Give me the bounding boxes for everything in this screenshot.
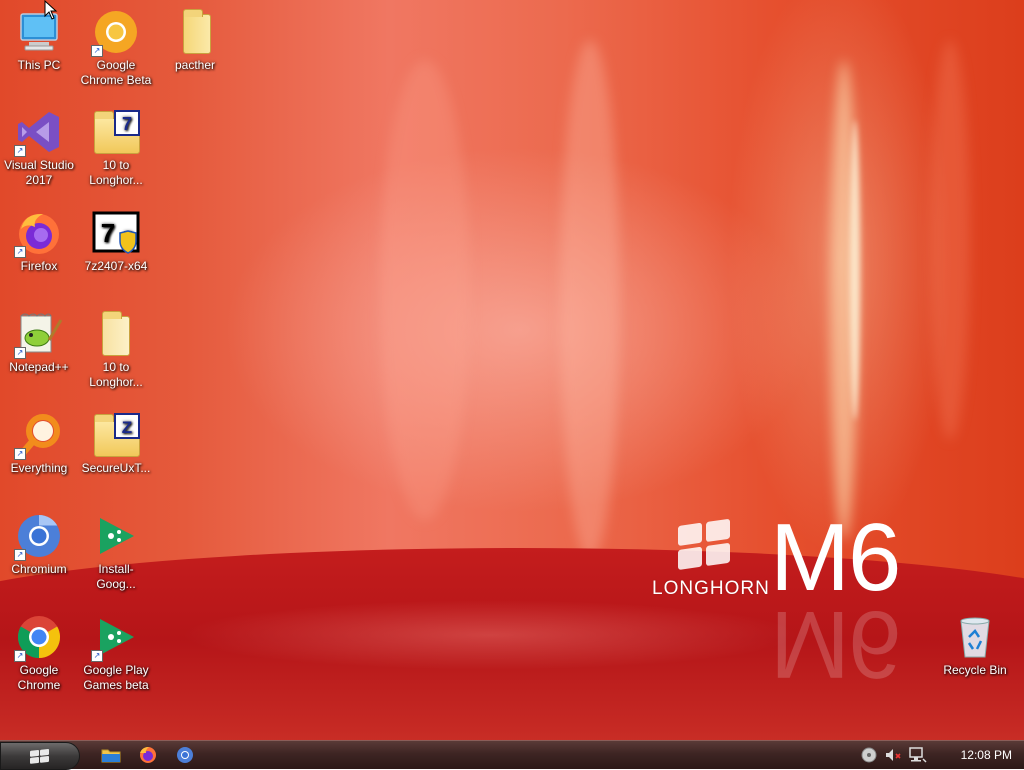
icon-label: Google Chrome Beta: [80, 58, 152, 87]
desktop-icon-secureuxtheme[interactable]: Z SecureUxT...: [78, 407, 154, 476]
svg-text:7: 7: [122, 114, 132, 134]
icon-label: Google Chrome: [17, 663, 61, 692]
volume-muted-icon[interactable]: [884, 746, 902, 764]
shortcut-arrow-icon: ↗: [14, 650, 26, 662]
everything-search-icon: ↗: [14, 411, 63, 460]
icon-label: 10 to Longhor...: [89, 158, 143, 187]
desktop-icon-google-play-games-beta[interactable]: ↗ Google Play Games beta: [78, 609, 154, 693]
desktop-icon-notepad-plus-plus[interactable]: ↗ Notepad++: [1, 306, 77, 375]
taskbar-chromium-button[interactable]: [174, 745, 196, 765]
firefox-icon: [140, 747, 156, 763]
chromium-icon: ↗: [14, 512, 63, 561]
icon-label: 10 to Longhor...: [89, 360, 143, 389]
google-play-games-icon: ↗: [91, 613, 140, 662]
recycle-bin-icon: [951, 613, 999, 661]
folder-icon: [92, 310, 140, 358]
taskbar: 12:08 PM: [0, 740, 1024, 770]
wallpaper-brand-text: LONGHORN: [652, 578, 770, 599]
desktop-icon-pacther[interactable]: pacther: [157, 4, 233, 73]
desktop-icon-visual-studio-2017[interactable]: ↗ Visual Studio 2017: [1, 104, 77, 188]
shortcut-arrow-icon: ↗: [14, 347, 26, 359]
media-disc-icon[interactable]: [860, 746, 878, 764]
visual-studio-icon: ↗: [14, 108, 63, 157]
desktop-icon-recycle-bin[interactable]: Recycle Bin: [937, 609, 1013, 678]
start-button[interactable]: [0, 742, 80, 770]
icon-label: SecureUxT...: [81, 461, 151, 475]
icon-label: Firefox: [20, 259, 58, 273]
network-icon[interactable]: [908, 746, 928, 764]
taskbar-file-explorer-button[interactable]: [100, 745, 122, 765]
shortcut-arrow-icon: ↗: [14, 549, 26, 561]
desktop-icon-google-chrome[interactable]: ↗ Google Chrome: [1, 609, 77, 693]
notepad-plus-plus-icon: ↗: [14, 310, 63, 359]
7zip-installer-icon: 7 z: [92, 209, 140, 257]
shortcut-arrow-icon: ↗: [14, 246, 26, 258]
desktop-background: LONGHORN M6 M6 This PC ↗ Visual Studio 2…: [0, 0, 1024, 740]
icon-label: Notepad++: [9, 360, 69, 374]
desktop-icon-chromium[interactable]: ↗ Chromium: [1, 508, 77, 577]
desktop-icon-this-pc[interactable]: This PC: [1, 4, 77, 73]
folder-icon: 7: [92, 108, 140, 156]
desktop-icon-10-to-longhorn-1[interactable]: 7 10 to Longhor...: [78, 104, 154, 188]
shortcut-arrow-icon: ↗: [91, 650, 103, 662]
icon-label: Chromium: [11, 562, 67, 576]
svg-text:Z: Z: [122, 418, 132, 437]
wallpaper-edition-reflection: M6: [770, 591, 900, 698]
icon-label: 7z2407-x64: [84, 259, 148, 273]
system-tray: 12:08 PM: [861, 741, 1024, 769]
taskbar-clock[interactable]: 12:08 PM: [961, 748, 1012, 762]
mouse-cursor-icon: [44, 0, 58, 20]
icon-label: Google Play Games beta: [83, 663, 149, 692]
google-chrome-beta-icon: ↗: [91, 8, 140, 57]
folder-icon: [171, 8, 219, 56]
desktop-icon-everything[interactable]: ↗ Everything: [1, 407, 77, 476]
shortcut-arrow-icon: ↗: [14, 145, 26, 157]
icon-label: Visual Studio 2017: [4, 158, 74, 187]
icon-label: Install-Goog...: [96, 562, 136, 591]
folder-icon: Z: [92, 411, 140, 459]
desktop-icon-google-chrome-beta[interactable]: ↗ Google Chrome Beta: [78, 4, 154, 88]
shortcut-arrow-icon: ↗: [14, 448, 26, 460]
icon-label: Recycle Bin: [943, 663, 1007, 677]
svg-text:7: 7: [101, 218, 115, 248]
desktop-icon-firefox[interactable]: ↗ Firefox: [1, 205, 77, 274]
file-explorer-icon: [101, 749, 121, 763]
windows-logo-icon: [30, 748, 49, 764]
icon-label: Everything: [10, 461, 68, 475]
firefox-icon: ↗: [14, 209, 63, 258]
desktop-icon-7z2407-x64[interactable]: 7 z 7z2407-x64: [78, 205, 154, 274]
shortcut-arrow-icon: ↗: [91, 45, 103, 57]
icon-label: This PC: [17, 58, 61, 72]
google-chrome-icon: ↗: [14, 613, 63, 662]
chromium-icon: [177, 747, 193, 763]
desktop-icon-10-to-longhorn-2[interactable]: 10 to Longhor...: [78, 306, 154, 390]
icon-label: pacther: [174, 58, 216, 72]
taskbar-firefox-button[interactable]: [137, 745, 159, 765]
desktop-icon-install-google-play-games[interactable]: Install-Goog...: [78, 508, 154, 592]
google-play-games-icon: [92, 512, 140, 560]
